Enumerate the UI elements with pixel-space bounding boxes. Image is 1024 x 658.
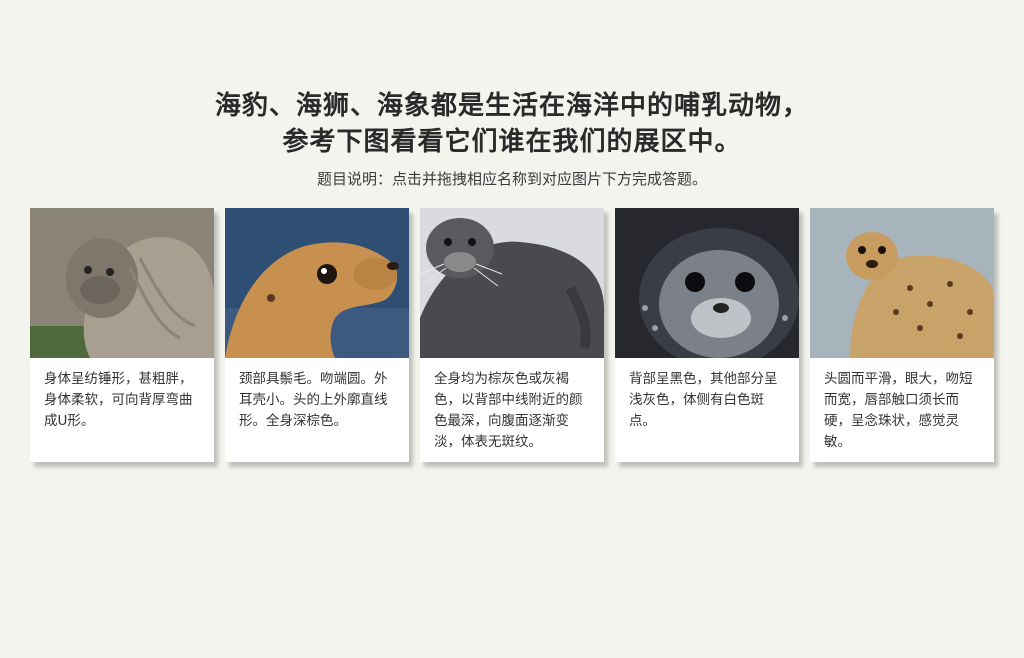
- instruction-text: 题目说明：点击并拖拽相应名称到对应图片下方完成答题。: [316, 170, 707, 188]
- bearded-seal-photo: [420, 208, 604, 358]
- animal-card-1[interactable]: 身体呈纺锤形，甚粗胖，身体柔软，可向背厚弯曲成U形。: [30, 208, 214, 462]
- animal-card-2[interactable]: 颈部具鬃毛。吻端圆。外耳壳小。头的上外廓直线形。全身深棕色。: [225, 208, 409, 462]
- card-description: 背部呈黑色，其他部分呈浅灰色，体侧有白色斑点。: [629, 371, 778, 429]
- card-description: 颈部具鬃毛。吻端圆。外耳壳小。头的上外廓直线形。全身深棕色。: [239, 371, 388, 429]
- title-line-2: 参考下图看看它们谁在我们的展区中。: [282, 127, 742, 157]
- harbor-seal-photo: [810, 208, 994, 358]
- card-description: 身体呈纺锤形，甚粗胖，身体柔软，可向背厚弯曲成U形。: [44, 371, 193, 429]
- page-title: 海豹、海狮、海象都是生活在海洋中的哺乳动物， 参考下图看看它们谁在我们的展区中。: [0, 88, 1024, 160]
- animal-card-3[interactable]: 全身均为棕灰色或灰褐色，以背部中线附近的颜色最深，向腹面逐渐变淡，体表无斑纹。: [420, 208, 604, 462]
- ringed-seal-photo: [615, 208, 799, 358]
- animal-card-5[interactable]: 头圆而平滑，眼大，吻短而宽，唇部触口须长而硬，呈念珠状，感觉灵敏。: [810, 208, 994, 462]
- sea-lion-photo: [225, 208, 409, 358]
- elephant-seal-photo: [30, 208, 214, 358]
- title-line-1: 海豹、海狮、海象都是生活在海洋中的哺乳动物，: [214, 91, 809, 121]
- card-description: 全身均为棕灰色或灰褐色，以背部中线附近的颜色最深，向腹面逐渐变淡，体表无斑纹。: [434, 371, 583, 450]
- card-description: 头圆而平滑，眼大，吻短而宽，唇部触口须长而硬，呈念珠状，感觉灵敏。: [824, 371, 973, 450]
- animal-card-4[interactable]: 背部呈黑色，其他部分呈浅灰色，体侧有白色斑点。: [615, 208, 799, 462]
